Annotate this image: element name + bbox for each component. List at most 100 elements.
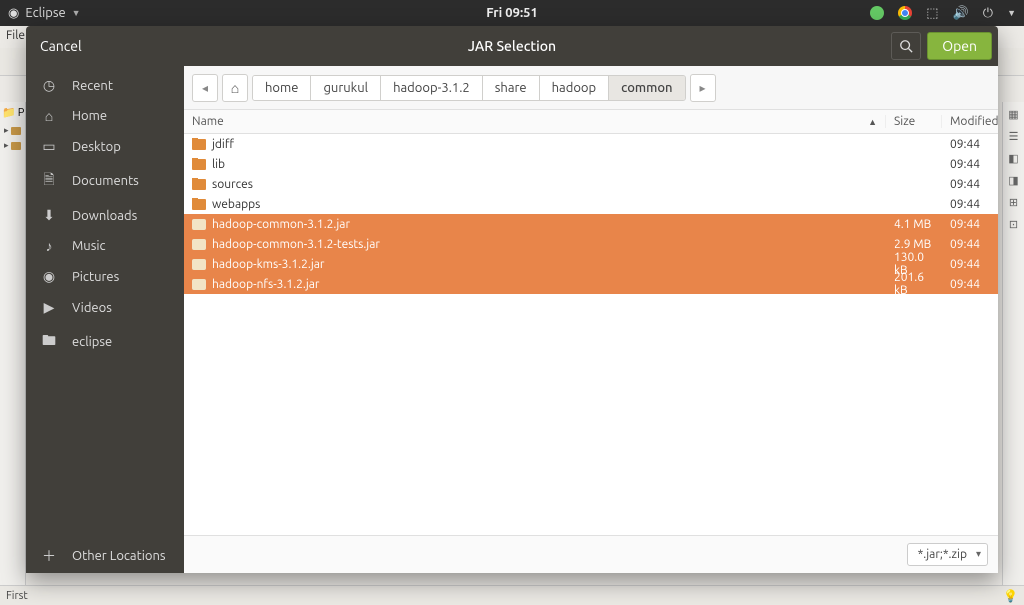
sidebar-item-label: Other Locations — [72, 549, 170, 563]
folder-icon — [192, 179, 206, 190]
dialog-title: JAR Selection — [468, 38, 556, 54]
file-name: hadoop-common-3.1.2-tests.jar — [212, 238, 380, 251]
breadcrumb-share[interactable]: share — [483, 76, 540, 100]
sidebar-item-desktop[interactable]: ▭ Desktop — [26, 131, 184, 162]
archive-icon — [192, 219, 206, 230]
breadcrumb-common[interactable]: common — [609, 76, 684, 100]
power-icon[interactable]: ⏻ — [983, 6, 993, 21]
sidebar-item-recent[interactable]: ◷ Recent — [26, 70, 184, 101]
task-icon[interactable]: ☰ — [1007, 130, 1021, 144]
file-list: jdiff09:44lib09:44sources09:44webapps09:… — [184, 134, 998, 535]
column-modified[interactable]: Modified — [942, 115, 998, 128]
file-name: hadoop-kms-3.1.2.jar — [212, 258, 324, 271]
doc-icon: 🗎 — [40, 169, 58, 193]
network-icon[interactable]: ⬚ — [926, 6, 938, 21]
clock-icon: ◷ — [40, 77, 58, 94]
clock[interactable]: Fri 09:51 — [486, 6, 538, 20]
column-headers: Name ▲ Size Modified — [184, 110, 998, 134]
sidebar-item-videos[interactable]: ▶ Videos — [26, 292, 184, 323]
archive-icon — [192, 239, 206, 250]
file-row[interactable]: sources09:44 — [184, 174, 998, 194]
folder-icon — [192, 159, 206, 170]
icon[interactable]: ⊞ — [1007, 196, 1021, 210]
desktop-icon: ▭ — [40, 138, 58, 155]
volume-icon[interactable]: 🔊 — [953, 6, 969, 21]
icon[interactable]: ◨ — [1007, 174, 1021, 188]
column-size[interactable]: Size — [886, 115, 942, 128]
file-row[interactable]: hadoop-common-3.1.2-tests.jar 2.9 MB09:44 — [184, 234, 998, 254]
file-row[interactable]: hadoop-kms-3.1.2.jar130.0 kB09:44 — [184, 254, 998, 274]
file-modified: 09:44 — [942, 178, 998, 191]
file-chooser-dialog: Cancel JAR Selection Open ◷Recent⌂Home▭D… — [26, 26, 998, 573]
sidebar-item-home[interactable]: ⌂Home — [26, 101, 184, 131]
sidebar-item-music[interactable]: ♪Music — [26, 231, 184, 261]
breadcrumb-hadoop-3.1.2[interactable]: hadoop-3.1.2 — [381, 76, 483, 100]
sidebar-item-label: Videos — [72, 301, 170, 315]
sidebar-item-eclipse[interactable]: 🖿eclipse — [26, 323, 184, 361]
file-row[interactable]: webapps09:44 — [184, 194, 998, 214]
breadcrumb-forward[interactable]: ▸ — [690, 74, 716, 102]
sidebar-item-label: eclipse — [72, 335, 170, 349]
places-sidebar: ◷ Recent ⌂Home ▭ Desktop 🗎 Documents ⬇Downloads… — [26, 66, 184, 573]
breadcrumb-gurukul[interactable]: gurukul — [311, 76, 381, 100]
column-name[interactable]: Name ▲ — [184, 115, 886, 128]
video-icon: ▶ — [40, 299, 58, 316]
chevron-down-icon: ▼ — [72, 8, 81, 18]
menu-file[interactable]: File — [6, 29, 25, 42]
plus-icon: ＋ — [40, 546, 58, 566]
sidebar-item-label: Music — [72, 239, 170, 253]
folder-icon — [192, 139, 206, 150]
sort-asc-icon: ▲ — [868, 117, 877, 127]
tree-item[interactable]: ▸ — [0, 138, 25, 153]
notification-icon[interactable] — [870, 6, 884, 20]
eclipse-icon: ◉ — [8, 6, 19, 21]
cancel-button[interactable]: Cancel — [32, 32, 90, 60]
breadcrumb-root-icon[interactable]: ⌂ — [222, 74, 248, 102]
project-explorer-tab[interactable]: 📁 P — [0, 102, 25, 123]
folder-icon — [192, 199, 206, 210]
sidebar-item-label: Home — [72, 109, 170, 123]
search-button[interactable] — [891, 32, 921, 60]
breadcrumb-back[interactable]: ◂ — [192, 74, 218, 102]
tree-item[interactable]: ▸ — [0, 123, 25, 138]
filter-bar: *.jar;*.zip — [184, 535, 998, 573]
icon[interactable]: ⊡ — [1007, 218, 1021, 232]
file-row[interactable]: lib09:44 — [184, 154, 998, 174]
file-size: 2.9 MB — [886, 238, 942, 251]
file-name: jdiff — [212, 138, 234, 151]
sidebar-item-pictures[interactable]: ◉Pictures — [26, 261, 184, 292]
session-chevron-icon[interactable]: ▼ — [1007, 8, 1016, 18]
file-name: webapps — [212, 198, 260, 211]
eclipse-right-toolbar: ▦ ☰ ◧ ◨ ⊞ ⊡ — [1002, 102, 1024, 585]
sidebar-item-documents[interactable]: 🗎 Documents — [26, 162, 184, 200]
archive-icon — [192, 259, 206, 270]
file-modified: 09:44 — [942, 258, 998, 271]
outline-icon[interactable]: ▦ — [1007, 108, 1021, 122]
file-modified: 09:44 — [942, 138, 998, 151]
file-modified: 09:44 — [942, 238, 998, 251]
app-menu[interactable]: ◉ Eclipse ▼ — [8, 6, 81, 21]
file-name: hadoop-common-3.1.2.jar — [212, 218, 350, 231]
chrome-icon[interactable] — [898, 6, 912, 20]
sidebar-item-label: Recent — [72, 79, 170, 93]
filter-select[interactable]: *.jar;*.zip — [907, 543, 988, 566]
file-row[interactable]: hadoop-common-3.1.2.jar 4.1 MB09:44 — [184, 214, 998, 234]
sidebar-item-other-locations[interactable]: ＋ Other Locations — [26, 539, 184, 573]
sidebar-item-downloads[interactable]: ⬇Downloads — [26, 200, 184, 231]
breadcrumb-bar: ◂ ⌂ homegurukulhadoop-3.1.2sharehadoopco… — [184, 66, 998, 110]
file-size: 4.1 MB — [886, 218, 942, 231]
breadcrumb-home[interactable]: home — [253, 76, 311, 100]
breadcrumb-hadoop[interactable]: hadoop — [540, 76, 610, 100]
eclipse-sidebar: 📁 P ▸ ▸ — [0, 102, 26, 585]
lightbulb-icon[interactable]: 💡 — [1003, 589, 1018, 603]
file-row[interactable]: hadoop-nfs-3.1.2.jar201.6 kB09:44 — [184, 274, 998, 294]
file-modified: 09:44 — [942, 218, 998, 231]
sidebar-item-label: Desktop — [72, 140, 170, 154]
icon[interactable]: ◧ — [1007, 152, 1021, 166]
open-button[interactable]: Open — [927, 32, 992, 60]
file-name: hadoop-nfs-3.1.2.jar — [212, 278, 319, 291]
file-row[interactable]: jdiff 09:44 — [184, 134, 998, 154]
sidebar-item-label: Documents — [72, 174, 170, 188]
file-modified: 09:44 — [942, 278, 998, 291]
file-modified: 09:44 — [942, 158, 998, 171]
